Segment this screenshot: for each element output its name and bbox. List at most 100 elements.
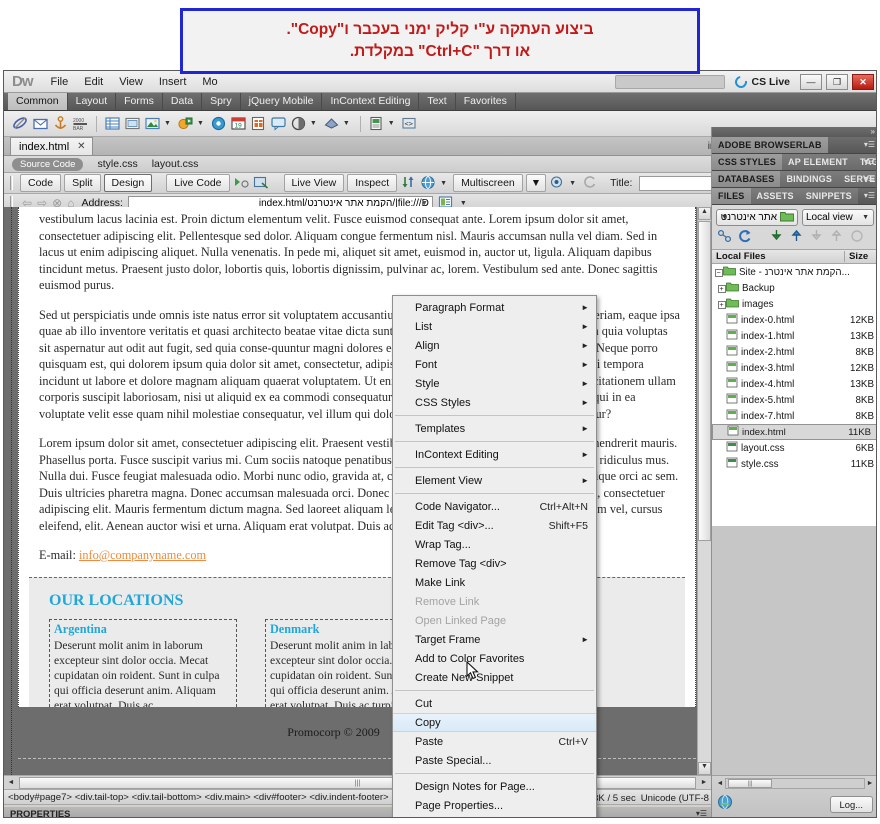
- script-dropdown-icon[interactable]: ▼: [343, 120, 350, 127]
- context-menu[interactable]: Paragraph Format ► List ► Align ► Font ►…: [392, 295, 597, 817]
- code-view-button[interactable]: Code: [20, 174, 62, 192]
- dock-collapse-bar[interactable]: »: [712, 127, 876, 137]
- split-view-button[interactable]: Split: [64, 174, 101, 192]
- list-item[interactable]: index-4.html 13KB: [712, 376, 876, 392]
- list-item[interactable]: index-3.html 12KB: [712, 360, 876, 376]
- templates-icon[interactable]: [368, 115, 385, 132]
- files-horizontal-scrollbar[interactable]: ◄ ||| ►: [712, 776, 876, 790]
- design-view-button[interactable]: Design: [103, 174, 153, 192]
- hyperlink-icon[interactable]: [12, 115, 29, 132]
- canvas-horizontal-scrollbar[interactable]: ◄ ||| ►: [4, 775, 711, 789]
- document-tab-index[interactable]: index.html ✕: [10, 137, 93, 155]
- get-files-icon[interactable]: [769, 229, 785, 246]
- menu-item-style[interactable]: Style ►: [393, 374, 596, 393]
- menu-item-align[interactable]: Align ►: [393, 336, 596, 355]
- menu-item-css-styles[interactable]: CSS Styles ►: [393, 393, 596, 412]
- tab-incontext-editing[interactable]: InContext Editing: [322, 93, 420, 110]
- visual-aids-dropdown-icon[interactable]: ▼: [569, 180, 576, 187]
- tag-selector[interactable]: <body#page7> <div.tail-top> <div.tail-bo…: [8, 792, 389, 803]
- menu-item-remove-tag[interactable]: Remove Tag <div>: [393, 554, 596, 573]
- menu-item-font[interactable]: Font ►: [393, 355, 596, 374]
- col-local-files[interactable]: Local Files: [712, 251, 844, 262]
- menu-item-paste[interactable]: Paste Ctrl+V: [393, 732, 596, 751]
- menu-item-copy[interactable]: Copy: [393, 713, 596, 732]
- close-icon[interactable]: ✕: [77, 141, 85, 152]
- source-code-chip[interactable]: Source Code: [12, 157, 84, 171]
- tab-forms[interactable]: Forms: [116, 93, 163, 110]
- comment-icon[interactable]: [270, 115, 287, 132]
- chevron-down-icon[interactable]: ▼: [421, 200, 428, 207]
- menu-item-cut[interactable]: Cut: [393, 694, 596, 713]
- menu-item-make-link[interactable]: Make Link: [393, 573, 596, 592]
- tab-favorites[interactable]: Favorites: [456, 93, 516, 110]
- list-item[interactable]: + Backup: [712, 280, 876, 296]
- tab-snippets[interactable]: SNIPPETS: [799, 188, 858, 204]
- insert-image-icon[interactable]: [144, 115, 161, 132]
- canvas-vertical-scrollbar[interactable]: ▲ ▼: [697, 207, 711, 775]
- menu-item-templates[interactable]: Templates ►: [393, 419, 596, 438]
- tab-assets[interactable]: ASSETS: [750, 188, 800, 204]
- tree-root-row[interactable]: − Site - הקמת אתר אינטרנ...: [712, 264, 876, 280]
- inspect-button[interactable]: Inspect: [347, 174, 398, 192]
- scroll-up-icon[interactable]: ▲: [698, 207, 711, 220]
- refresh-icon[interactable]: [737, 229, 753, 246]
- panel-menu-icon[interactable]: ▾☰: [864, 174, 875, 183]
- scroll-down-icon[interactable]: ▼: [698, 762, 711, 775]
- close-button[interactable]: ✕: [852, 74, 874, 90]
- tab-bindings[interactable]: BINDINGS: [780, 171, 839, 187]
- list-item-selected[interactable]: index.html 11KB: [712, 424, 876, 440]
- insert-media-dropdown-icon[interactable]: ▼: [197, 120, 204, 127]
- view-options-icon[interactable]: [400, 175, 417, 192]
- check-out-icon[interactable]: [809, 229, 825, 246]
- tab-text[interactable]: Text: [419, 93, 456, 110]
- scroll-left-icon[interactable]: ◄: [4, 779, 18, 786]
- preview-browser-icon[interactable]: [420, 175, 437, 192]
- named-anchor-icon[interactable]: [52, 115, 69, 132]
- menu-item-incontext-editing[interactable]: InContext Editing ►: [393, 445, 596, 464]
- email-link-icon[interactable]: [32, 115, 49, 132]
- menu-item-wrap-tag[interactable]: Wrap Tag...: [393, 535, 596, 554]
- menu-item-add-color-favorites[interactable]: Add to Color Favorites: [393, 649, 596, 668]
- menu-item-list[interactable]: List ►: [393, 317, 596, 336]
- visual-aids-icon[interactable]: [549, 175, 566, 192]
- scroll-right-icon[interactable]: ►: [865, 780, 875, 787]
- menu-item-target-frame[interactable]: Target Frame ►: [393, 630, 596, 649]
- tab-spry[interactable]: Spry: [202, 93, 241, 110]
- files-hscroll-thumb[interactable]: |||: [728, 778, 772, 788]
- list-item[interactable]: index-2.html 8KB: [712, 344, 876, 360]
- related-file-layout-css[interactable]: layout.css: [152, 158, 199, 170]
- list-item[interactable]: index-7.html 8KB: [712, 408, 876, 424]
- scroll-thumb[interactable]: [698, 221, 711, 541]
- list-item[interactable]: index-0.html 12KB: [712, 312, 876, 328]
- panel-menu-icon[interactable]: ▾☰: [696, 809, 707, 817]
- tab-adobe-browserlab[interactable]: ADOBE BROWSERLAB: [712, 137, 828, 153]
- email-link[interactable]: info@companyname.com: [79, 548, 206, 562]
- multiscreen-dropdown-button[interactable]: ▼: [525, 174, 547, 192]
- script-icon[interactable]: [323, 115, 340, 132]
- menu-modify[interactable]: Mo: [194, 74, 225, 90]
- minimize-button[interactable]: —: [800, 74, 822, 90]
- menu-file[interactable]: File: [43, 74, 77, 90]
- expand-panels-icon[interactable]: »: [871, 127, 875, 136]
- menu-item-element-view[interactable]: Element View ►: [393, 471, 596, 490]
- server-side-include-icon[interactable]: [250, 115, 267, 132]
- scroll-left-icon[interactable]: ◄: [715, 780, 725, 787]
- check-in-icon[interactable]: [829, 229, 845, 246]
- table-icon[interactable]: [104, 115, 121, 132]
- insert-media-icon[interactable]: [177, 115, 194, 132]
- menu-item-edit-tag[interactable]: Edit Tag <div>... Shift+F5: [393, 516, 596, 535]
- browser-nav-dropdown-icon[interactable]: ▼: [460, 200, 467, 207]
- tab-files[interactable]: FILES: [712, 188, 751, 204]
- toolbar-grip[interactable]: [10, 176, 13, 190]
- expand-icon[interactable]: +: [717, 300, 726, 309]
- col-size[interactable]: Size: [844, 251, 876, 262]
- expand-icon[interactable]: +: [717, 284, 726, 293]
- maximize-button[interactable]: ❐: [826, 74, 848, 90]
- collapse-icon[interactable]: −: [714, 268, 723, 277]
- connect-to-server-icon[interactable]: [717, 229, 733, 246]
- tab-jquery-mobile[interactable]: jQuery Mobile: [241, 93, 323, 110]
- multiscreen-button[interactable]: Multiscreen: [453, 174, 523, 192]
- panel-menu-icon[interactable]: ▾☰: [864, 140, 875, 149]
- tab-layout[interactable]: Layout: [68, 93, 117, 110]
- menu-item-design-notes[interactable]: Design Notes for Page...: [393, 777, 596, 796]
